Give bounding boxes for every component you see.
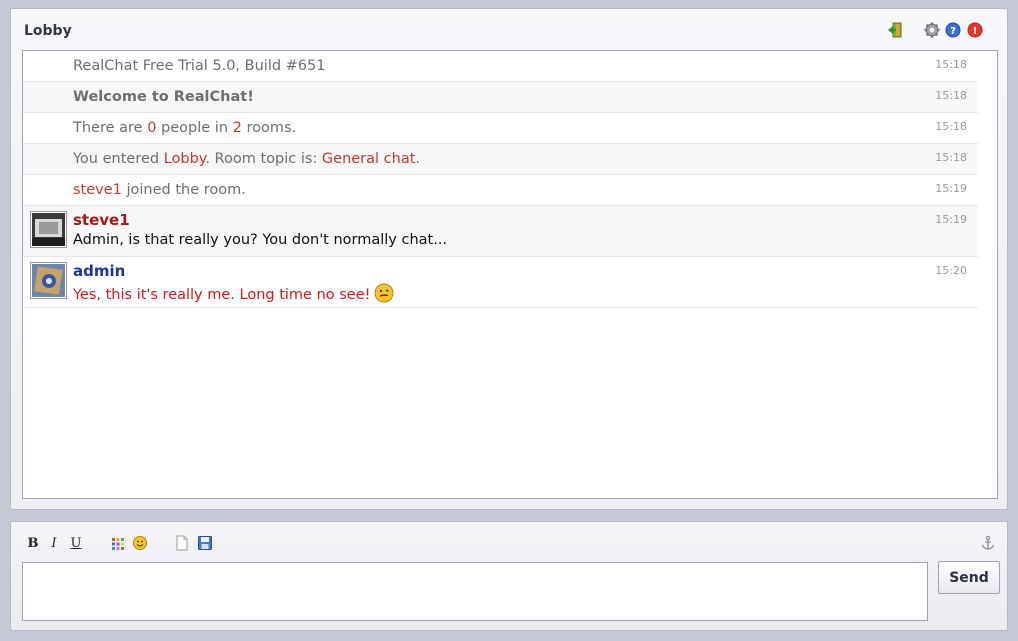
panel-header-icons: ? !: [887, 22, 997, 40]
system-message: Welcome to RealChat! 15:18: [23, 82, 978, 113]
chat-message: steve1 Admin, is that really you? You do…: [23, 206, 978, 257]
message-area[interactable]: RealChat Free Trial 5.0, Build #651 15:1…: [22, 50, 998, 499]
underline-button[interactable]: U: [68, 536, 84, 552]
user-link[interactable]: steve1: [73, 182, 122, 198]
message-input[interactable]: [22, 562, 928, 621]
bold-button[interactable]: B: [25, 536, 41, 552]
message-text: Admin, is that really you? You don't nor…: [73, 232, 448, 248]
new-document-icon[interactable]: [174, 535, 190, 551]
message-time: 15:18: [935, 120, 967, 133]
text-segment: You entered: [73, 151, 164, 167]
message-time: 15:19: [935, 213, 967, 226]
smiley-icon: [374, 283, 394, 303]
svg-text:?: ?: [950, 26, 956, 37]
chat-message: admin Yes, this it's really me. Long tim…: [23, 257, 978, 308]
settings-icon[interactable]: [924, 22, 940, 38]
italic-button[interactable]: I: [46, 536, 62, 552]
message-time: 15:18: [935, 151, 967, 164]
chat-panel: Lobby ? ! RealChat Free Trial 5.0, Build…: [10, 8, 1008, 510]
message-list: RealChat Free Trial 5.0, Build #651 15:1…: [23, 51, 978, 308]
text-segment: . Room topic is:: [205, 151, 322, 167]
username[interactable]: steve1: [73, 211, 130, 229]
input-panel: B I U Send: [10, 521, 1008, 631]
room-link[interactable]: Lobby: [164, 151, 206, 167]
avatar[interactable]: [30, 262, 67, 299]
message-time: 15:18: [935, 89, 967, 102]
message-text: Yes, this it's really me. Long time no s…: [73, 287, 371, 303]
system-message: RealChat Free Trial 5.0, Build #651 15:1…: [23, 51, 978, 82]
room-topic: General chat: [321, 151, 416, 167]
anchor-icon[interactable]: [980, 535, 996, 551]
text-segment: joined the room.: [121, 182, 246, 198]
svg-text:!: !: [973, 26, 978, 37]
smiley-icon[interactable]: [132, 535, 148, 551]
rooms-count: 2: [232, 120, 242, 136]
help-icon[interactable]: ?: [945, 22, 961, 38]
text-segment: people in: [156, 120, 233, 136]
send-button[interactable]: Send: [938, 561, 1000, 594]
message-time: 15:20: [935, 264, 967, 277]
username[interactable]: admin: [73, 262, 125, 280]
system-message: You entered Lobby. Room topic is: Genera…: [23, 144, 978, 175]
close-icon[interactable]: !: [967, 22, 983, 38]
save-icon[interactable]: [197, 535, 213, 551]
system-message: steve1 joined the room. 15:19: [23, 175, 978, 206]
color-palette-icon[interactable]: [110, 535, 126, 551]
message-time: 15:19: [935, 182, 967, 195]
avatar[interactable]: [30, 211, 67, 248]
text-segment: .: [415, 151, 421, 167]
message-text: steve1 joined the room.: [73, 182, 246, 198]
message-time: 15:18: [935, 58, 967, 71]
message-text: RealChat Free Trial 5.0, Build #651: [73, 58, 326, 74]
text-segment: rooms.: [241, 120, 297, 136]
text-segment: There are: [73, 120, 148, 136]
message-text-container: Yes, this it's really me. Long time no s…: [73, 283, 394, 303]
exit-icon[interactable]: [887, 22, 903, 38]
message-text: Welcome to RealChat!: [73, 89, 254, 105]
system-message: There are 0 people in 2 rooms. 15:18: [23, 113, 978, 144]
message-text: You entered Lobby. Room topic is: Genera…: [73, 151, 420, 167]
room-title: Lobby: [24, 23, 72, 39]
message-text: There are 0 people in 2 rooms.: [73, 120, 296, 136]
